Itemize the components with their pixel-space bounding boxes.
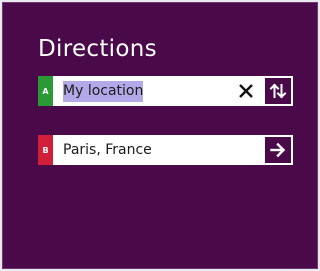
- start-location-text: My location: [63, 80, 144, 102]
- swap-icon: [269, 83, 287, 99]
- directions-panel: Directions A My location B Paris, France: [2, 2, 318, 269]
- swap-locations-button[interactable]: [265, 78, 291, 104]
- start-location-input[interactable]: My location: [63, 76, 261, 106]
- end-marker-badge: B: [38, 135, 53, 165]
- start-marker-badge: A: [38, 76, 53, 106]
- start-location-row: A My location: [38, 76, 293, 106]
- end-location-text: Paris, France: [63, 142, 152, 158]
- clear-start-button[interactable]: [234, 76, 258, 106]
- get-directions-button[interactable]: [265, 137, 291, 163]
- page-title: Directions: [38, 36, 157, 62]
- end-location-input[interactable]: Paris, France: [63, 135, 261, 165]
- end-location-row: B Paris, France: [38, 135, 293, 165]
- arrow-right-icon: [270, 142, 286, 158]
- close-icon: [239, 84, 253, 98]
